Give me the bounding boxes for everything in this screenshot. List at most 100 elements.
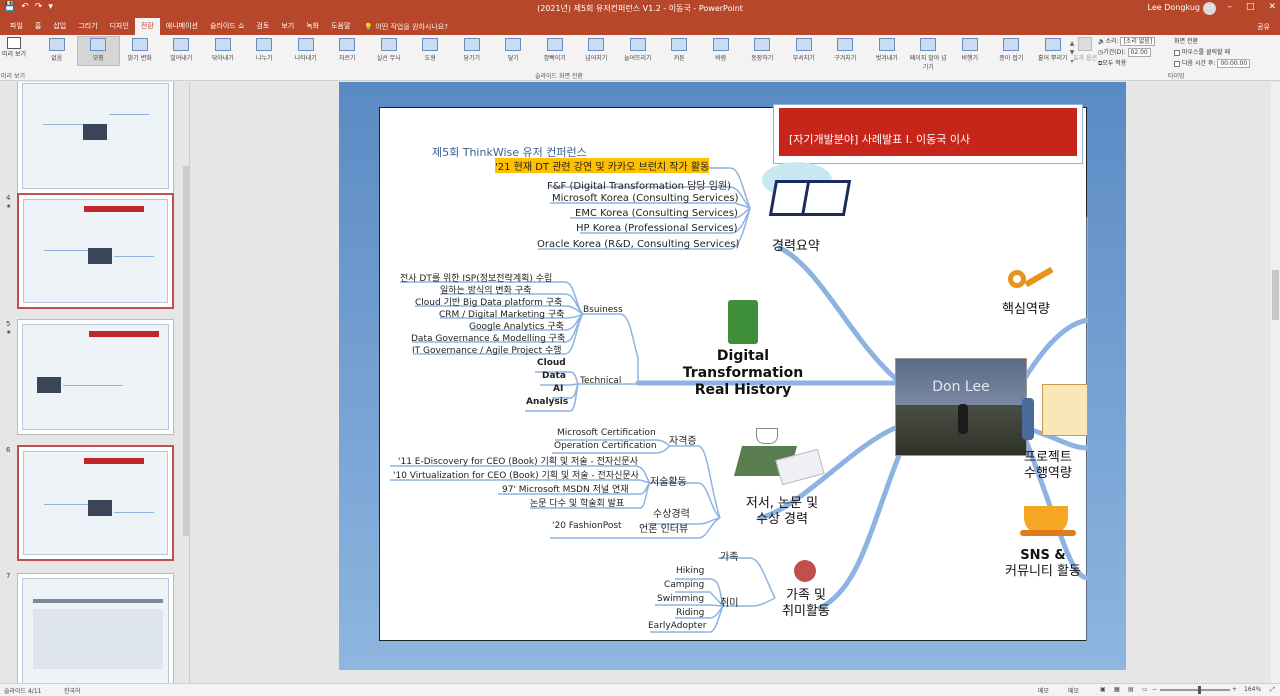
tab-view[interactable]: 보기 xyxy=(275,18,300,35)
interview-item[interactable]: '20 FashionPost xyxy=(552,521,622,531)
close-icon[interactable]: ✕ xyxy=(1268,2,1276,12)
apply-all-button[interactable]: ⧉모두 적용 xyxy=(1098,58,1170,69)
slide-thumbnail[interactable] xyxy=(17,82,174,194)
reading-view-icon[interactable]: ▤ xyxy=(1128,686,1134,693)
transition-item[interactable]: 늘어뜨리기 xyxy=(617,37,659,65)
zoom-level[interactable]: 164% xyxy=(1244,686,1261,693)
slide-sorter-icon[interactable]: ▦ xyxy=(1114,686,1120,693)
tell-me-search[interactable]: 💡 어떤 작업을 원하시나요? xyxy=(364,22,448,32)
career-item[interactable]: EMC Korea (Consulting Services) xyxy=(575,208,738,219)
transition-item[interactable]: 도형 xyxy=(410,37,452,65)
sns-topic[interactable]: SNS & 커뮤니티 활동 xyxy=(998,548,1088,580)
slide-scrollbar-thumb[interactable] xyxy=(1272,270,1279,320)
tab-help[interactable]: 도움말 xyxy=(325,18,356,35)
preview-button[interactable]: 미리 보기 xyxy=(2,37,26,59)
transition-item[interactable]: 넘어지기 xyxy=(576,37,618,65)
hobby-item[interactable]: EarlyAdopter xyxy=(648,621,706,631)
tab-animations[interactable]: 애니메이션 xyxy=(160,18,204,35)
transition-item[interactable]: 덮기 xyxy=(493,37,535,65)
hobby-label[interactable]: 취미 xyxy=(720,594,738,609)
after-input[interactable]: 00:00.00 xyxy=(1217,59,1251,68)
language-indicator[interactable]: 한국어 xyxy=(64,686,81,695)
writing-item[interactable]: 97' Microsoft MSDN 저널 연재 xyxy=(502,482,629,495)
normal-view-icon[interactable]: ▣ xyxy=(1100,686,1106,693)
thumbnail-scrollbar[interactable] xyxy=(183,166,189,536)
user-name[interactable]: Lee Dongkug xyxy=(1148,3,1200,12)
after-checkbox[interactable] xyxy=(1174,60,1180,67)
transition-item[interactable]: 닦아내기 xyxy=(202,37,244,65)
writing-item[interactable]: 논문 다수 및 학술회 발표 xyxy=(530,496,624,509)
award-label[interactable]: 수상경력 xyxy=(653,505,690,520)
writing-label[interactable]: 저술활동 xyxy=(650,473,687,488)
writing-item[interactable]: '10 Virtualization for CEO (Book) 기획 및 저… xyxy=(393,468,639,481)
sound-select[interactable]: [소리 없음] xyxy=(1120,37,1156,46)
comments-button[interactable]: 메모 xyxy=(1068,686,1079,695)
slide-thumbnail-selected[interactable] xyxy=(17,193,174,309)
zoom-slider-thumb[interactable] xyxy=(1198,686,1201,694)
slideshow-icon[interactable]: ▭ xyxy=(1142,686,1148,693)
transition-item[interactable]: 밀어내기 xyxy=(161,37,203,65)
writing-item[interactable]: '11 E-Discovery for CEO (Book) 기획 및 저술 -… xyxy=(398,454,638,467)
hobby-item[interactable]: Riding xyxy=(676,608,704,618)
project-topic[interactable]: 프로젝트 수행역량 xyxy=(1024,450,1088,482)
tab-slideshow[interactable]: 슬라이드 쇼 xyxy=(204,18,250,35)
on-click-checkbox[interactable]: 마우스를 클릭할 때 xyxy=(1174,47,1276,58)
transition-item[interactable]: 종이 접기 xyxy=(991,37,1033,65)
technical-item[interactable]: Data xyxy=(542,371,566,381)
transition-item[interactable]: 페이지 말아 넘기기 xyxy=(908,37,950,71)
technical-item[interactable]: Cloud xyxy=(537,358,566,368)
tab-home[interactable]: 홈 xyxy=(29,18,47,35)
cert-item[interactable]: Microsoft Certification xyxy=(557,428,656,438)
hobby-item[interactable]: Camping xyxy=(664,580,704,590)
transition-item[interactable]: 나타내기 xyxy=(285,37,327,65)
slide-thumbnail[interactable] xyxy=(17,573,174,683)
transition-item[interactable]: 자르기 xyxy=(327,37,369,65)
transition-item[interactable]: 없음 xyxy=(36,37,78,65)
transition-item[interactable]: 바람 xyxy=(700,37,742,65)
share-button[interactable]: 공유 xyxy=(1257,22,1270,32)
career-item[interactable]: HP Korea (Professional Services) xyxy=(576,223,738,234)
career-item[interactable]: Microsoft Korea (Consulting Services) xyxy=(552,193,739,204)
career-item[interactable]: F&F (Digital Transformation 담당 임원) xyxy=(547,177,731,192)
tab-draw[interactable]: 그리기 xyxy=(72,18,103,35)
transition-item[interactable]: 벗겨내기 xyxy=(866,37,908,65)
transition-item[interactable]: 비행기 xyxy=(949,37,991,65)
technical-item[interactable]: Analysis xyxy=(526,397,568,407)
career-item[interactable]: '21 현재 DT 관련 강연 및 카카오 브런치 작가 활동 xyxy=(495,158,710,173)
fit-to-window-icon[interactable]: ⤢ xyxy=(1270,686,1275,694)
ribbon-display-icon[interactable]: ▭ xyxy=(1205,2,1214,12)
family-topic[interactable]: 가족 및 취미활동 xyxy=(766,588,846,620)
notes-button[interactable]: 메모 xyxy=(1038,686,1049,695)
zoom-slider[interactable] xyxy=(1160,689,1230,691)
books-topic[interactable]: 저서, 논문 및 수상 경력 xyxy=(732,496,832,528)
family-label[interactable]: 가족 xyxy=(720,548,738,563)
technical-label[interactable]: Technical xyxy=(580,376,621,386)
core-competency-topic[interactable]: 핵심역량 xyxy=(1002,302,1050,318)
duration-input[interactable]: 02.00 xyxy=(1127,48,1151,57)
transition-item[interactable]: 등장하기 xyxy=(742,37,784,65)
zoom-in-icon[interactable]: + xyxy=(1232,686,1237,693)
minimize-icon[interactable]: – xyxy=(1227,2,1232,12)
tab-transitions[interactable]: 전환 xyxy=(134,18,160,35)
tab-design[interactable]: 디자인 xyxy=(104,18,135,35)
hobby-item[interactable]: Swimming xyxy=(657,594,704,604)
tab-insert[interactable]: 삽입 xyxy=(47,18,72,35)
transition-item[interactable]: 구겨지기 xyxy=(825,37,867,65)
tab-file[interactable]: 파일 xyxy=(4,18,29,35)
transition-item[interactable]: 밝기 변화 xyxy=(119,37,161,65)
transition-item[interactable]: 커튼 xyxy=(659,37,701,65)
business-item[interactable]: IT Governance / Agile Project 수행 xyxy=(412,343,562,356)
transition-item[interactable]: 실선 무늬 xyxy=(368,37,410,65)
main-topic[interactable]: Digital Transformation Real History xyxy=(658,348,828,399)
career-item[interactable]: Oracle Korea (R&D, Consulting Services) xyxy=(537,239,739,250)
technical-item[interactable]: AI xyxy=(553,384,563,394)
cert-item[interactable]: Operation Certification xyxy=(554,441,657,451)
cert-label[interactable]: 자격증 xyxy=(669,432,697,447)
transition-item[interactable]: 깜빡이기 xyxy=(534,37,576,65)
slide-scrollbar[interactable] xyxy=(1271,82,1280,683)
slide-thumbnail[interactable] xyxy=(17,445,174,561)
transition-item[interactable]: 당기기 xyxy=(451,37,493,65)
interview-label[interactable]: 언론 인터뷰 xyxy=(639,520,688,535)
transition-item[interactable]: 부서지기 xyxy=(783,37,825,65)
maximize-icon[interactable]: □ xyxy=(1246,2,1255,12)
